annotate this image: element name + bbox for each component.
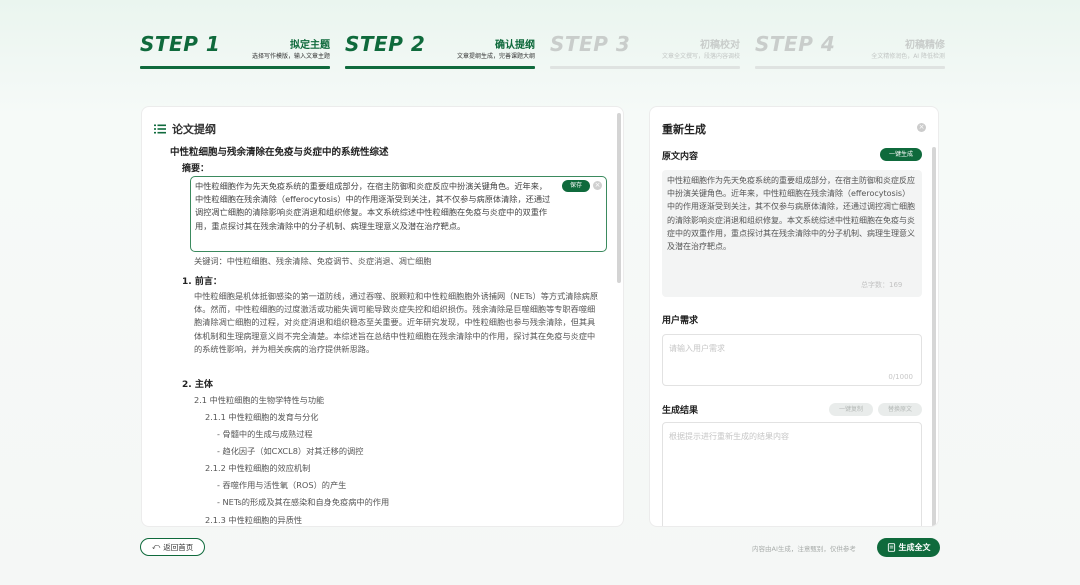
steps-bar: STEP 1 拟定主题 选择写作模版，输入文章主题 STEP 2 确认提纲 文章… bbox=[140, 30, 945, 74]
step-title: 初稿校对 bbox=[700, 40, 740, 51]
document-icon bbox=[887, 543, 895, 552]
original-word-count: 总字数：169 bbox=[861, 281, 903, 289]
paper-title[interactable]: 中性粒细胞与残余清除在免疫与炎症中的系统性综述 bbox=[170, 144, 389, 158]
step-description: 选择写作模版，输入文章主题 bbox=[251, 53, 330, 60]
step-title: 确认提纲 bbox=[495, 40, 535, 51]
step-1[interactable]: STEP 1 拟定主题 选择写作模版，输入文章主题 bbox=[140, 30, 330, 70]
back-home-label: 返回首页 bbox=[163, 542, 194, 552]
user-request-placeholder: 请输入用户需求 bbox=[669, 344, 725, 353]
user-request-input[interactable]: 请输入用户需求 0/1000 bbox=[662, 334, 922, 386]
outline-item[interactable]: 2.1 中性粒细胞的生物学特性与功能 bbox=[194, 394, 324, 406]
step-number: STEP 3 bbox=[550, 32, 631, 56]
step-description: 全文精修润色，AI 降低检测 bbox=[871, 53, 945, 60]
outline-panel: 论文提纲 中性粒细胞与残余清除在免疫与炎症中的系统性综述 摘要： 中性粒细胞作为… bbox=[141, 106, 624, 527]
original-content-label: 原文内容 bbox=[662, 152, 699, 162]
step-progress-bar bbox=[140, 66, 330, 69]
regenerate-title: 重新生成 bbox=[662, 123, 706, 136]
section-paragraph[interactable]: 中性粒细胞是机体抵御感染的第一道防线，通过吞噬、脱颗粒和中性粒细胞胞外诱捕网（N… bbox=[194, 290, 599, 356]
close-icon[interactable]: × bbox=[593, 181, 602, 190]
outline-item[interactable]: 2.1.2 中性粒细胞的效应机制 bbox=[205, 462, 310, 474]
step-number: STEP 1 bbox=[140, 32, 221, 56]
replace-original-button[interactable]: 替换原文 bbox=[878, 403, 922, 416]
regenerate-scrollbar[interactable] bbox=[932, 147, 936, 526]
back-home-button[interactable]: ⤺ 返回首页 bbox=[140, 538, 205, 556]
step-progress-bar bbox=[755, 66, 945, 69]
back-arrow-icon: ⤺ bbox=[151, 542, 161, 551]
step-progress-bar bbox=[345, 66, 535, 69]
generate-full-text-button[interactable]: 生成全文 bbox=[877, 538, 940, 557]
save-button[interactable]: 保存 bbox=[562, 180, 590, 192]
abstract-editor[interactable]: 中性粒细胞作为先天免疫系统的重要组成部分，在宿主防御和炎症反应中扮演关键角色。近… bbox=[190, 176, 607, 252]
step-description: 文章提纲生成，完善课题大纲 bbox=[456, 53, 535, 60]
abstract-label: 摘要： bbox=[182, 164, 210, 174]
result-placeholder: 根据提示进行重新生成的结果内容 bbox=[669, 432, 789, 441]
outline-scrollbar[interactable] bbox=[617, 113, 621, 283]
result-label: 生成结果 bbox=[662, 406, 699, 416]
one-click-generate-button[interactable]: 一键生成 bbox=[880, 148, 922, 161]
step-number: STEP 2 bbox=[345, 32, 426, 56]
close-icon[interactable]: × bbox=[917, 123, 926, 132]
outline-item[interactable]: 2.1.3 中性粒细胞的异质性 bbox=[205, 514, 302, 526]
step-4[interactable]: STEP 4 初稿精修 全文精修润色，AI 降低检测 bbox=[755, 30, 945, 70]
ai-disclaimer: 内容由AI生成，注意甄别，仅供参考 bbox=[752, 545, 856, 553]
step-2[interactable]: STEP 2 确认提纲 文章提纲生成，完善课题大纲 bbox=[345, 30, 535, 70]
outline-item[interactable]: - 趋化因子（如CXCL8）对其迁移的调控 bbox=[217, 445, 363, 457]
outline-header: 论文提纲 bbox=[154, 121, 216, 137]
outline-item[interactable]: - 骨髓中的生成与成熟过程 bbox=[217, 428, 313, 440]
user-request-counter: 0/1000 bbox=[888, 373, 913, 381]
section-heading[interactable]: 2. 主体 bbox=[182, 377, 213, 390]
step-description: 文章全文撰写，段落内容调校 bbox=[661, 53, 740, 60]
original-content: 中性粒细胞作为先天免疫系统的重要组成部分，在宿主防御和炎症反应中扮演关键角色。近… bbox=[662, 170, 922, 297]
step-progress-bar bbox=[550, 66, 740, 69]
user-request-label: 用户需求 bbox=[662, 316, 699, 326]
outline-item[interactable]: 2.1.1 中性粒细胞的发育与分化 bbox=[205, 411, 319, 423]
step-title: 初稿精修 bbox=[905, 40, 945, 51]
result-output[interactable]: 根据提示进行重新生成的结果内容 bbox=[662, 422, 922, 526]
outline-item[interactable]: - 吞噬作用与活性氧（ROS）的产生 bbox=[217, 479, 346, 491]
copy-button[interactable]: 一键复制 bbox=[829, 403, 873, 416]
regenerate-panel: 重新生成 × 原文内容 一键生成 中性粒细胞作为先天免疫系统的重要组成部分，在宿… bbox=[649, 106, 939, 527]
step-number: STEP 4 bbox=[755, 32, 836, 56]
outline-title: 论文提纲 bbox=[172, 123, 216, 136]
step-3[interactable]: STEP 3 初稿校对 文章全文撰写，段落内容调校 bbox=[550, 30, 740, 70]
outline-item[interactable]: - NETs的形成及其在感染和自身免疫病中的作用 bbox=[217, 496, 389, 508]
keywords[interactable]: 关键词：中性粒细胞、残余清除、免疫调节、炎症消退、凋亡细胞 bbox=[194, 255, 431, 267]
list-icon bbox=[154, 124, 166, 134]
generate-full-text-label: 生成全文 bbox=[898, 543, 931, 552]
step-title: 拟定主题 bbox=[290, 40, 330, 51]
section-heading[interactable]: 1. 前言： bbox=[182, 274, 222, 287]
